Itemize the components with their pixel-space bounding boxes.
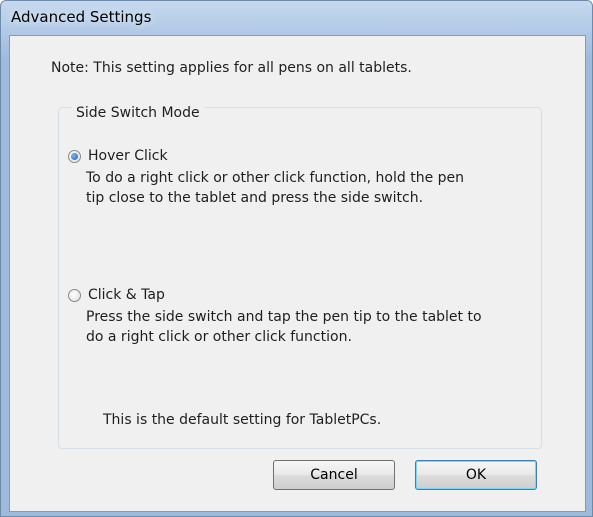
window-title: Advanced Settings — [11, 8, 152, 26]
click-tap-desc-line2: do a right click or other click function… — [86, 329, 352, 345]
cancel-button[interactable]: Cancel — [273, 460, 395, 490]
click-tap-radio[interactable]: Click & Tap — [68, 287, 165, 303]
dialog-body: Note: This setting applies for all pens … — [9, 35, 586, 512]
note-text: Note: This setting applies for all pens … — [51, 60, 412, 76]
click-tap-desc-line1: Press the side switch and tap the pen ti… — [86, 309, 482, 325]
hover-click-label[interactable]: Hover Click — [88, 148, 168, 164]
default-setting-note: This is the default setting for TabletPC… — [103, 412, 382, 428]
title-bar[interactable]: Advanced Settings — [1, 1, 592, 35]
hover-click-description: To do a right click or other click funct… — [86, 168, 536, 208]
hover-click-desc-line2: tip close to the tablet and press the si… — [86, 190, 424, 206]
hover-click-radio[interactable]: Hover Click — [68, 148, 168, 164]
click-tap-label[interactable]: Click & Tap — [88, 287, 165, 303]
radio-selected-icon[interactable] — [68, 149, 81, 163]
ok-button[interactable]: OK — [415, 460, 537, 490]
click-tap-description: Press the side switch and tap the pen ti… — [86, 307, 536, 347]
advanced-settings-window: Advanced Settings Note: This setting app… — [0, 0, 593, 517]
radio-unselected-icon[interactable] — [68, 288, 81, 302]
side-switch-mode-label: Side Switch Mode — [72, 105, 204, 121]
hover-click-desc-line1: To do a right click or other click funct… — [86, 170, 464, 186]
